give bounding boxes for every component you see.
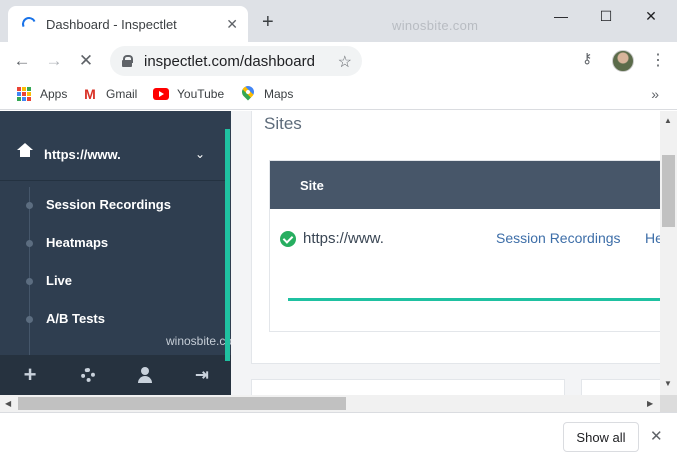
vertical-scrollbar[interactable]: ▲ ▼ [660, 111, 677, 395]
show-all-button[interactable]: Show all [563, 422, 639, 452]
heatmaps-link[interactable]: He [645, 230, 660, 246]
horizontal-scroll-thumb[interactable] [18, 397, 346, 410]
close-icon[interactable]: ✕ [650, 427, 663, 445]
watermark: winosbite.com [392, 18, 479, 33]
scroll-right-arrow-icon[interactable]: ▶ [647, 399, 653, 408]
user-icon[interactable] [135, 365, 155, 385]
main-content: Sites Site https://www. Session Recordin… [231, 111, 660, 395]
maps-icon [240, 86, 256, 102]
download-bar: Show all ✕ [0, 412, 677, 461]
lock-icon[interactable] [122, 55, 133, 67]
bookmarks-bar: Apps M Gmail YouTube Maps » [0, 80, 677, 110]
chevron-down-icon[interactable]: ⌄ [195, 147, 205, 161]
address-bar[interactable]: inspectlet.com/dashboard ☆ [110, 46, 362, 76]
sites-table: Site https://www. Session Recordings He [269, 160, 660, 332]
url-text[interactable]: inspectlet.com/dashboard [144, 53, 315, 70]
home-icon [17, 142, 33, 161]
vertical-scroll-thumb[interactable] [662, 155, 675, 227]
sidebar-item-label: Heatmaps [46, 235, 109, 250]
bookmark-label: Maps [264, 87, 294, 101]
sidebar-item-heatmaps[interactable]: Heatmaps [0, 231, 225, 255]
sidebar-item-label: Live [46, 273, 73, 288]
bullet-icon [26, 202, 33, 209]
tab-title: Dashboard - Inspectlet [46, 16, 177, 32]
back-button[interactable]: ← [10, 50, 34, 72]
site-url: https://www. [303, 230, 384, 247]
youtube-icon [153, 86, 169, 102]
bookmark-maps[interactable]: Maps [240, 86, 293, 102]
check-circle-icon [280, 231, 296, 247]
close-window-button[interactable]: ✕ [631, 4, 671, 28]
bookmark-apps[interactable]: Apps [16, 86, 67, 102]
sites-panel: Sites Site https://www. Session Recordin… [251, 111, 660, 364]
loading-spinner-icon [20, 15, 38, 33]
bookmark-gmail[interactable]: M Gmail [82, 86, 137, 102]
bookmark-star-icon[interactable]: ☆ [338, 52, 352, 72]
dashboard-card [581, 379, 660, 395]
table-row: https://www. Session Recordings He [270, 209, 660, 269]
sidebar-item-label: Session Recordings [46, 197, 171, 212]
column-header-site: Site [300, 178, 324, 193]
scrollbar-corner [660, 395, 677, 412]
site-selector[interactable]: https://www. ⌄ [0, 129, 225, 181]
page-viewport: https://www. ⌄ Session Recordings Heatma… [0, 111, 660, 395]
progress-bar [288, 298, 660, 301]
gear-icon[interactable] [78, 365, 98, 385]
sidebar-item-ab-tests[interactable]: A/B Tests [0, 307, 225, 331]
browser-toolbar: ← → ✕ inspectlet.com/dashboard ☆ [0, 42, 677, 80]
bullet-icon [26, 316, 33, 323]
bullet-icon [26, 240, 33, 247]
sidebar-item-session-recordings[interactable]: Session Recordings [0, 193, 225, 217]
table-header: Site [270, 161, 660, 209]
scroll-down-arrow-icon[interactable]: ▼ [664, 379, 672, 388]
browser-menu-icon[interactable]: ⋮ [650, 50, 666, 70]
maximize-button[interactable]: ☐ [586, 4, 626, 28]
page-title: Sites [264, 114, 302, 133]
session-recordings-link[interactable]: Session Recordings [496, 230, 621, 246]
bullet-icon [26, 278, 33, 285]
horizontal-scrollbar[interactable]: ◀ ▶ [0, 395, 660, 412]
key-icon[interactable]: ⚷ [582, 50, 592, 67]
profile-avatar[interactable] [612, 50, 634, 72]
stop-loading-button[interactable]: ✕ [74, 50, 98, 72]
forward-button[interactable]: → [42, 50, 66, 72]
bookmark-youtube[interactable]: YouTube [153, 86, 224, 102]
dashboard-card [251, 379, 565, 395]
bookmark-label: Gmail [106, 87, 138, 101]
plus-icon[interactable]: + [20, 362, 40, 387]
site-selector-label: https://www. [44, 147, 121, 162]
apps-grid-icon [16, 86, 32, 102]
bookmark-label: Apps [40, 87, 68, 101]
scroll-up-arrow-icon[interactable]: ▲ [664, 116, 672, 125]
gmail-icon: M [84, 86, 96, 102]
minimize-button[interactable]: — [541, 4, 581, 28]
sidebar-item-label: A/B Tests [46, 311, 105, 326]
sidebar-item-live[interactable]: Live [0, 269, 225, 293]
sign-out-icon[interactable]: ⇥ [192, 365, 212, 385]
sidebar-footer: + ⇥ [0, 355, 231, 395]
new-tab-button[interactable]: + [262, 12, 274, 32]
tab-close-icon[interactable]: ✕ [226, 16, 238, 32]
scroll-left-arrow-icon[interactable]: ◀ [5, 399, 11, 408]
bookmarks-overflow-button[interactable]: » [651, 86, 659, 102]
sidebar-accent-bar [225, 129, 230, 361]
browser-window: Dashboard - Inspectlet ✕ + winosbite.com… [0, 0, 677, 461]
sidebar: https://www. ⌄ Session Recordings Heatma… [0, 111, 242, 395]
tab-dashboard[interactable]: Dashboard - Inspectlet ✕ [8, 6, 248, 42]
bookmark-label: YouTube [177, 87, 225, 101]
tab-strip: Dashboard - Inspectlet ✕ + winosbite.com… [0, 0, 677, 42]
